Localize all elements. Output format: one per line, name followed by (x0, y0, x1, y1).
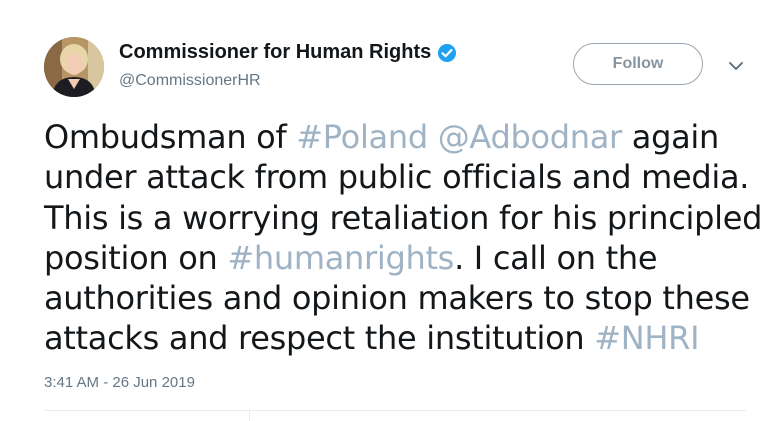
divider (44, 410, 746, 411)
hashtag-link[interactable]: #humanrights (227, 239, 454, 277)
tweet-text-line: under attack from public officials and m… (44, 157, 759, 197)
tweet-text-segment: position on (44, 238, 228, 277)
profile-photo-icon (44, 37, 104, 97)
chevron-down-icon[interactable] (726, 56, 746, 76)
tweet-text-segment: . I call on the (454, 238, 658, 277)
divider-tick (249, 410, 250, 421)
tweet-text-line: Ombudsman of #Poland @Adbodnar again (44, 117, 759, 157)
display-name-text[interactable]: Commissioner for Human Rights (119, 41, 431, 64)
tweet-text-segment: under attack from public officials and m… (44, 158, 750, 197)
tweet-text: Ombudsman of #Poland @Adbodnar again unde… (44, 117, 763, 359)
author-display-name[interactable]: Commissioner for Human Rights (119, 41, 457, 64)
author-handle[interactable]: @CommissionerHR (119, 72, 261, 90)
tweet-text-segment (428, 118, 438, 156)
tweet-text-line: attacks and respect the institution #NHR… (44, 318, 759, 358)
tweet-text-segment: attacks and respect the institution (44, 319, 595, 358)
tweet-text-line: authorities and opinion makers to stop t… (44, 278, 759, 318)
follow-button[interactable]: Follow (573, 43, 703, 85)
mention-link[interactable]: @Adbodnar (438, 118, 623, 156)
tweet-text-segment: again (621, 118, 720, 156)
hashtag-link[interactable]: #Poland (296, 118, 428, 156)
tweet-text-segment: This is a worrying retaliation for his p… (44, 198, 763, 237)
tweet-text-line: This is a worrying retaliation for his p… (44, 198, 763, 238)
tweet-text-segment: Ombudsman of (44, 118, 297, 156)
tweet-text-line: position on #humanrights. I call on the (44, 238, 759, 278)
tweet-card: Commissioner for Human Rights @Commissio… (0, 0, 780, 421)
verified-badge-icon (437, 43, 457, 63)
tweet-timestamp[interactable]: 3:41 AM - 26 Jun 2019 (44, 374, 195, 391)
avatar[interactable] (44, 37, 104, 97)
hashtag-link[interactable]: #NHRI (594, 319, 699, 357)
tweet-text-segment: authorities and opinion makers to stop t… (44, 279, 750, 318)
